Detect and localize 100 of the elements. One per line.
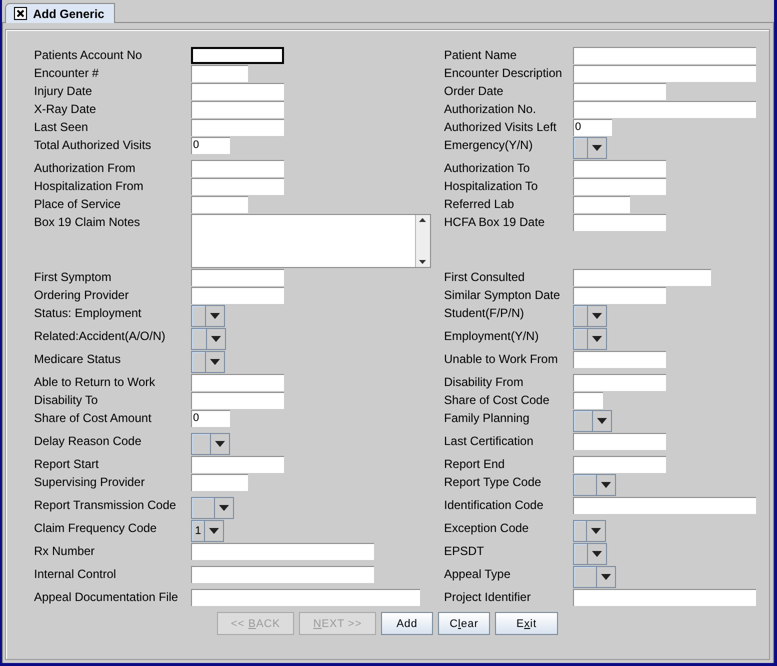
field-label: Referred Lab — [444, 196, 516, 213]
field-label: Report End — [444, 456, 506, 473]
field-label: Medicare Status — [34, 351, 122, 368]
field-label: Share of Cost Code — [444, 392, 550, 409]
button[interactable]: Add — [381, 612, 433, 635]
text-field[interactable] — [573, 351, 666, 368]
caret-icon — [597, 418, 607, 424]
dropdown[interactable] — [573, 520, 606, 542]
dropdown[interactable] — [573, 305, 607, 327]
button[interactable]: Exit — [495, 612, 558, 635]
field-label: Identification Code — [444, 497, 544, 514]
text-field[interactable] — [573, 374, 666, 391]
dropdown[interactable] — [191, 351, 225, 373]
text-field[interactable] — [573, 83, 666, 100]
field-label: Last Certification — [444, 433, 534, 450]
text-field[interactable] — [573, 160, 666, 177]
text-field[interactable] — [573, 196, 630, 213]
field-label: Report Transmission Code — [34, 497, 178, 514]
caret-icon — [209, 528, 219, 534]
field-label: Place of Service — [34, 196, 122, 213]
text-field[interactable] — [573, 456, 666, 473]
field-label: Project Identifier — [444, 589, 532, 606]
caret-icon — [215, 441, 225, 447]
field-label: Supervising Provider — [34, 474, 146, 491]
text-field[interactable] — [573, 392, 603, 409]
field-label: Unable to Work From — [444, 351, 559, 368]
tab[interactable]: Add Generic — [5, 3, 115, 23]
dropdown[interactable] — [573, 410, 612, 432]
text-field[interactable] — [191, 456, 284, 473]
text-field[interactable]: 0 — [191, 410, 230, 427]
text-field[interactable] — [191, 543, 374, 560]
caret-icon — [210, 359, 220, 365]
text-field[interactable] — [191, 269, 284, 286]
text-field[interactable] — [191, 474, 248, 491]
field-label: Box 19 Claim Notes — [34, 214, 142, 231]
text-field[interactable] — [573, 287, 666, 304]
text-field[interactable]: 0 — [573, 119, 612, 136]
caret-icon — [219, 505, 229, 511]
field-label: First Consulted — [444, 269, 526, 286]
text-field[interactable] — [573, 214, 666, 231]
field-label: Internal Control — [34, 566, 118, 583]
text-field[interactable] — [191, 160, 284, 177]
text-field[interactable] — [191, 47, 284, 64]
dropdown[interactable]: 1 — [191, 520, 224, 542]
button[interactable]: Clear — [438, 612, 490, 635]
text-field[interactable] — [573, 269, 711, 286]
caret-icon — [211, 336, 221, 342]
text-field[interactable] — [573, 101, 756, 118]
text-field[interactable] — [191, 196, 248, 213]
field-label: Last Seen — [34, 119, 90, 136]
field-label: Employment(Y/N) — [444, 328, 540, 345]
text-field[interactable]: 0 — [191, 137, 230, 154]
field-label: Disability To — [34, 392, 99, 409]
field-label: Hospitalization To — [444, 178, 539, 195]
text-field[interactable] — [573, 589, 756, 606]
dropdown[interactable] — [573, 137, 607, 159]
field-label: Appeal Documentation File — [34, 589, 180, 606]
text-field[interactable] — [573, 65, 756, 82]
field-label: Student(F/P/N) — [444, 305, 526, 322]
dropdown[interactable] — [573, 566, 616, 588]
field-label: Disability From — [444, 374, 524, 391]
text-field[interactable] — [573, 433, 666, 450]
field-label: Related:Accident(A/O/N) — [34, 328, 166, 345]
scrollbar[interactable] — [415, 215, 430, 267]
text-field[interactable] — [191, 566, 374, 583]
caret-icon — [210, 313, 220, 319]
text-field[interactable] — [191, 374, 284, 391]
dropdown[interactable] — [191, 497, 234, 519]
field-label: Able to Return to Work — [34, 374, 156, 391]
text-field[interactable] — [191, 101, 284, 118]
text-field[interactable] — [191, 178, 284, 195]
dropdown[interactable] — [191, 328, 226, 350]
text-field[interactable] — [191, 83, 284, 100]
field-label: Status: Employment — [34, 305, 142, 322]
dropdown[interactable] — [573, 543, 607, 565]
dropdown[interactable] — [191, 433, 230, 455]
text-field[interactable] — [573, 497, 756, 514]
field-label: Delay Reason Code — [34, 433, 142, 450]
field-label: Claim Frequency Code — [34, 520, 158, 537]
caret-icon — [592, 336, 602, 342]
text-field[interactable] — [191, 392, 284, 409]
field-label: Authorized Visits Left — [444, 119, 558, 136]
text-field[interactable] — [573, 47, 756, 64]
dropdown[interactable] — [191, 305, 225, 327]
text-field[interactable] — [573, 178, 666, 195]
text-field[interactable] — [191, 65, 248, 82]
close-icon[interactable] — [14, 7, 27, 20]
text-field[interactable] — [191, 119, 284, 136]
field-label: Authorization No. — [444, 101, 538, 118]
field-label: Report Start — [34, 456, 100, 473]
dropdown[interactable] — [573, 474, 616, 496]
dropdown[interactable] — [573, 328, 607, 350]
caret-icon — [592, 145, 602, 151]
text-field[interactable] — [191, 589, 420, 606]
field-label: Encounter Description — [444, 65, 564, 82]
field-label: X-Ray Date — [34, 101, 98, 118]
field-label: Authorization From — [34, 160, 136, 177]
field-label: Total Authorized Visits — [34, 137, 152, 154]
text-field[interactable] — [191, 287, 284, 304]
field-label: Injury Date — [34, 83, 94, 100]
